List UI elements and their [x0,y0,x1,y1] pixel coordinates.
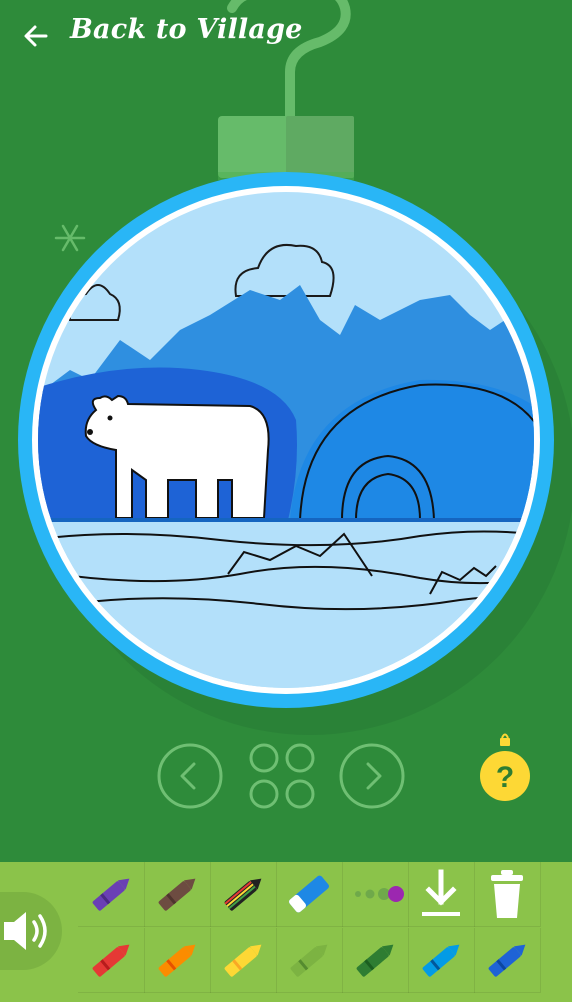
download-icon [422,869,460,916]
crayon-green[interactable] [342,928,409,993]
gallery-button[interactable] [246,740,318,812]
trash-icon [491,870,523,918]
speaker-icon [4,912,47,950]
crayon-blue[interactable] [474,928,541,993]
help-label: ? [496,761,514,794]
crayon-light-green[interactable] [276,928,343,993]
arrow-left-icon[interactable] [22,22,50,50]
crayon-rainbow[interactable] [210,862,277,927]
previous-button[interactable] [156,742,224,810]
trash-button[interactable] [474,862,541,927]
palette-grid [78,862,572,1002]
color-toolbar [0,862,572,1002]
help-button[interactable]: ? [476,732,534,804]
download-button[interactable] [408,862,475,927]
back-to-village-link[interactable]: Back to Village [70,14,303,45]
brush-size-selector[interactable] [342,862,409,927]
snowflake-icon [54,224,86,252]
crayon-purple[interactable] [78,862,145,927]
chevron-left-icon [180,762,196,790]
crayon-brown[interactable] [144,862,211,927]
crayon-red[interactable] [78,928,145,993]
eraser-tool[interactable] [276,862,343,927]
four-circles-grid-icon [249,743,315,809]
crayon-orange[interactable] [144,928,211,993]
header: Back to Village [0,0,572,70]
next-button[interactable] [338,742,406,810]
sound-toggle-button[interactable] [0,892,62,970]
crayon-yellow[interactable] [210,928,277,993]
crayon-light-blue[interactable] [408,928,475,993]
chevron-right-icon [366,762,382,790]
